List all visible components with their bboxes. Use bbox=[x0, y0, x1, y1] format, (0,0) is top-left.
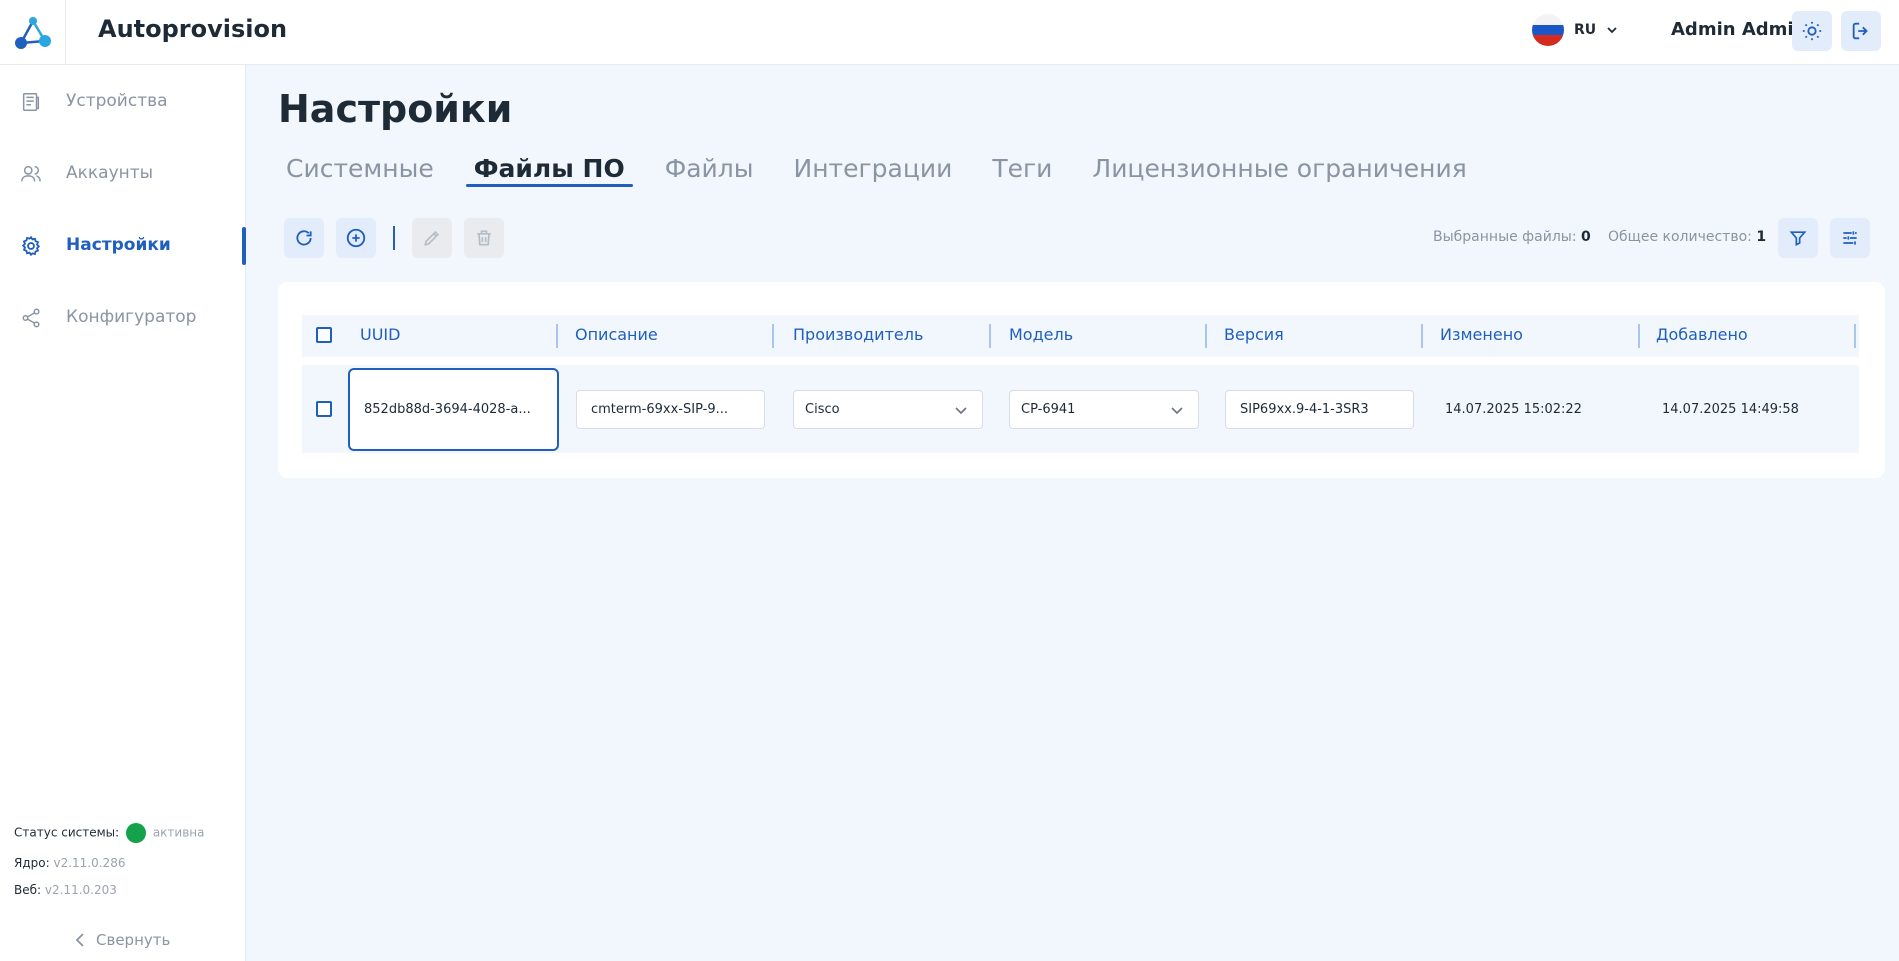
system-status: Статус системы: активна bbox=[14, 823, 205, 843]
add-button[interactable] bbox=[336, 218, 376, 258]
delete-button[interactable] bbox=[464, 218, 504, 258]
column-header-added[interactable]: Добавлено bbox=[1656, 325, 1748, 344]
sidebar-item-label: Устройства bbox=[66, 91, 168, 111]
logo-icon bbox=[14, 16, 51, 49]
column-header-description[interactable]: Описание bbox=[575, 325, 658, 344]
select-all-checkbox[interactable] bbox=[316, 327, 332, 343]
user-name[interactable]: Admin Admin bbox=[1671, 19, 1806, 40]
users-icon bbox=[21, 165, 41, 182]
column-header-model[interactable]: Модель bbox=[1009, 325, 1073, 344]
model-value: CP-6941 bbox=[1021, 402, 1076, 417]
toolbar-separator bbox=[393, 226, 395, 250]
total-count-counter: Общее количество: 1 bbox=[1608, 229, 1766, 245]
sun-icon bbox=[1802, 21, 1822, 41]
trash-icon bbox=[477, 230, 491, 246]
total-count-label: Общее количество: bbox=[1608, 229, 1752, 245]
system-status-value: активна bbox=[152, 825, 205, 840]
row-checkbox[interactable] bbox=[316, 401, 332, 417]
filter-button[interactable] bbox=[1778, 218, 1818, 258]
core-version-label: Ядро: bbox=[14, 856, 50, 870]
column-resizer[interactable] bbox=[989, 324, 991, 348]
uuid-value: 852db88d-3694-4028-a... bbox=[364, 402, 531, 417]
column-resizer[interactable] bbox=[772, 324, 774, 348]
description-field[interactable]: cmterm-69xx-SIP-9... bbox=[576, 390, 765, 429]
share-icon bbox=[22, 308, 40, 328]
sidebar: Устройства Аккаунты Настройки Конфигурат… bbox=[0, 65, 246, 961]
status-indicator bbox=[126, 823, 146, 843]
selected-files-value: 0 bbox=[1581, 229, 1591, 245]
collapse-sidebar-button[interactable]: Свернуть bbox=[74, 931, 170, 949]
selected-files-label: Выбранные файлы: bbox=[1433, 229, 1577, 245]
logout-button[interactable] bbox=[1841, 11, 1881, 51]
settings-tabs: Системные Файлы ПО Файлы Интеграции Теги… bbox=[286, 154, 1507, 187]
column-resizer[interactable] bbox=[1854, 324, 1856, 348]
sidebar-item-label: Настройки bbox=[66, 235, 171, 255]
tab-system[interactable]: Системные bbox=[286, 154, 434, 183]
tab-tags[interactable]: Теги bbox=[992, 154, 1052, 183]
page-title: Настройки bbox=[278, 87, 513, 131]
manufacturer-select[interactable]: Cisco bbox=[793, 390, 983, 429]
modified-date: 14.07.2025 15:02:22 bbox=[1445, 402, 1582, 417]
russia-flag-icon bbox=[1532, 14, 1564, 46]
web-version-value: v2.11.0.203 bbox=[44, 883, 117, 897]
column-header-manufacturer[interactable]: Производитель bbox=[793, 325, 923, 344]
column-header-uuid[interactable]: UUID bbox=[360, 325, 400, 344]
description-value: cmterm-69xx-SIP-9... bbox=[591, 402, 728, 417]
sliders-icon bbox=[1843, 231, 1857, 245]
edit-button[interactable] bbox=[412, 218, 452, 258]
total-count-value: 1 bbox=[1756, 229, 1767, 245]
logo[interactable] bbox=[0, 0, 66, 65]
gear-icon bbox=[21, 235, 41, 257]
plus-circle-icon bbox=[346, 228, 366, 248]
column-header-modified[interactable]: Изменено bbox=[1440, 325, 1523, 344]
top-bar: Autoprovision RU Admin Admin bbox=[0, 0, 1899, 65]
devices-icon bbox=[22, 93, 40, 111]
version-value: SIP69xx.9-4-1-3SR3 bbox=[1240, 402, 1369, 417]
version-field[interactable]: SIP69xx.9-4-1-3SR3 bbox=[1225, 390, 1414, 429]
chevron-down-icon bbox=[955, 406, 967, 414]
sidebar-item-label: Конфигуратор bbox=[66, 307, 197, 327]
language-selector[interactable]: RU bbox=[1532, 14, 1618, 46]
pencil-icon bbox=[424, 230, 440, 246]
refresh-button[interactable] bbox=[284, 218, 324, 258]
web-version-label: Веб: bbox=[14, 883, 42, 897]
tab-license-limits[interactable]: Лицензионные ограничения bbox=[1092, 154, 1466, 183]
sidebar-item-configurator[interactable]: Конфигуратор bbox=[0, 293, 246, 343]
chevron-down-icon bbox=[1171, 406, 1183, 414]
web-version: Веб: v2.11.0.203 bbox=[14, 883, 117, 897]
system-status-label: Статус системы: bbox=[14, 825, 120, 840]
sidebar-item-label: Аккаунты bbox=[66, 163, 154, 183]
filter-icon bbox=[1789, 231, 1807, 247]
table-header bbox=[302, 315, 1859, 357]
core-version: Ядро: v2.11.0.286 bbox=[14, 856, 125, 870]
theme-toggle-button[interactable] bbox=[1792, 11, 1832, 51]
refresh-icon bbox=[296, 230, 312, 246]
tab-files[interactable]: Файлы bbox=[665, 154, 754, 183]
uuid-field[interactable]: 852db88d-3694-4028-a... bbox=[348, 368, 559, 451]
chevron-down-icon bbox=[1607, 27, 1617, 34]
app-title: Autoprovision bbox=[98, 15, 288, 43]
column-resizer[interactable] bbox=[1205, 324, 1207, 348]
added-date: 14.07.2025 14:49:58 bbox=[1662, 402, 1799, 417]
language-code: RU bbox=[1574, 22, 1597, 38]
sidebar-item-settings[interactable]: Настройки bbox=[0, 221, 246, 271]
sidebar-item-accounts[interactable]: Аккаунты bbox=[0, 149, 246, 199]
column-header-version[interactable]: Версия bbox=[1224, 325, 1284, 344]
model-select[interactable]: CP-6941 bbox=[1009, 390, 1199, 429]
collapse-label: Свернуть bbox=[96, 931, 171, 949]
selected-files-counter: Выбранные файлы: 0 bbox=[1433, 229, 1591, 245]
core-version-value: v2.11.0.286 bbox=[53, 856, 126, 870]
column-resizer[interactable] bbox=[556, 324, 558, 348]
column-resizer[interactable] bbox=[1638, 324, 1640, 348]
tab-firmware-files[interactable]: Файлы ПО bbox=[465, 154, 633, 187]
logout-icon bbox=[1852, 22, 1868, 40]
sidebar-item-devices[interactable]: Устройства bbox=[0, 77, 246, 127]
column-resizer[interactable] bbox=[1421, 324, 1423, 348]
column-settings-button[interactable] bbox=[1830, 218, 1870, 258]
manufacturer-value: Cisco bbox=[805, 402, 840, 417]
chevron-left-icon bbox=[75, 933, 84, 947]
tab-integrations[interactable]: Интеграции bbox=[794, 154, 953, 183]
